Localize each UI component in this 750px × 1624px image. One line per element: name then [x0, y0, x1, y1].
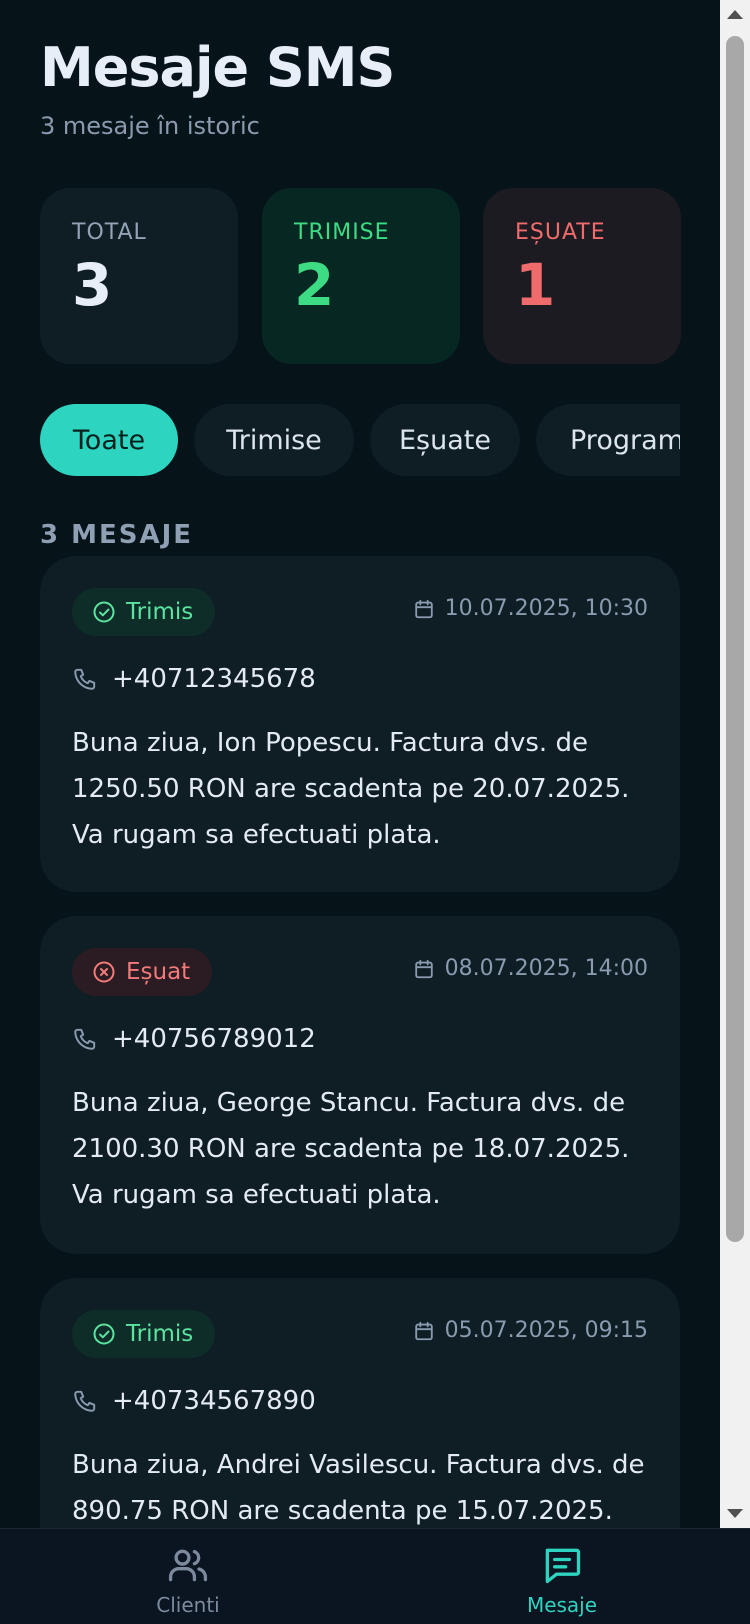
filter-sent-chip[interactable]: Trimise — [194, 404, 354, 476]
stat-card-total: TOTAL 3 — [40, 188, 238, 364]
phone-icon — [74, 668, 96, 690]
phone-icon — [74, 1390, 96, 1412]
filter-chips: Toate Trimise Eșuate Programate — [40, 404, 680, 476]
x-circle-icon — [93, 961, 115, 983]
bottom-navigation: Clienti Mesaje — [0, 1528, 750, 1624]
status-label: Trimis — [126, 599, 194, 625]
calendar-icon — [414, 1321, 433, 1340]
section-label: 3 MESAJE — [40, 520, 194, 550]
filter-failed-chip[interactable]: Eșuate — [370, 404, 520, 476]
app-screen: Mesaje SMS 3 mesaje în istoric TOTAL 3 T… — [0, 0, 720, 1624]
stat-card-sent: TRIMISE 2 — [262, 188, 460, 364]
date-text: 08.07.2025, 14:00 — [444, 956, 648, 981]
users-icon — [168, 1549, 208, 1582]
message-text: Buna ziua, George Stancu. Factura dvs. d… — [72, 1088, 630, 1210]
status-label: Trimis — [126, 1321, 194, 1347]
message-square-icon — [545, 1548, 581, 1584]
message-card[interactable]: Eșuat 08.07.2025, 14:00 +40756789012 Bun… — [40, 916, 680, 1254]
status-badge: Eșuat — [72, 948, 213, 996]
vertical-scrollbar[interactable] — [720, 0, 750, 1528]
page-title: Mesaje SMS — [40, 36, 395, 99]
check-circle-icon — [93, 1323, 115, 1345]
filter-all-chip[interactable]: Toate — [40, 404, 178, 476]
status-badge: Trimis — [72, 588, 216, 636]
status-label: Eșuat — [126, 959, 191, 985]
nav-clients-tab[interactable]: Clienti — [128, 1543, 248, 1617]
calendar-icon — [414, 959, 433, 978]
message-phone: +40734567890 — [72, 1386, 316, 1416]
message-date: 10.07.2025, 10:30 — [413, 596, 648, 621]
phone-number: +40734567890 — [112, 1386, 316, 1416]
nav-clients-label: Clienti — [156, 1593, 220, 1617]
stat-label: TRIMISE — [294, 220, 390, 245]
date-text: 10.07.2025, 10:30 — [444, 596, 648, 621]
phone-number: +40756789012 — [112, 1024, 316, 1054]
message-card[interactable]: Trimis 10.07.2025, 10:30 +40712345678 Bu… — [40, 556, 680, 892]
phone-number: +40712345678 — [112, 664, 316, 694]
stat-card-failed: EȘUATE 1 — [483, 188, 681, 364]
message-phone: +40712345678 — [72, 664, 316, 694]
phone-icon — [74, 1028, 96, 1050]
nav-messages-tab[interactable]: Mesaje — [502, 1543, 622, 1617]
stat-label: TOTAL — [72, 220, 147, 245]
stat-value: 1 — [515, 251, 556, 319]
message-phone: +40756789012 — [72, 1024, 316, 1054]
calendar-icon — [414, 599, 433, 618]
scrollbar-thumb[interactable] — [726, 36, 744, 1242]
page-subtitle: 3 mesaje în istoric — [40, 112, 260, 140]
scroll-up-arrow[interactable] — [727, 10, 743, 19]
status-badge: Trimis — [72, 1310, 216, 1358]
stats-row: TOTAL 3 TRIMISE 2 EȘUATE 1 — [40, 188, 681, 364]
check-circle-icon — [93, 601, 115, 623]
message-text: Buna ziua, Ion Popescu. Factura dvs. de … — [72, 728, 630, 850]
stat-label: EȘUATE — [515, 220, 606, 245]
scroll-down-arrow[interactable] — [727, 1509, 743, 1518]
stat-value: 3 — [72, 251, 113, 319]
nav-messages-label: Mesaje — [526, 1593, 598, 1617]
message-date: 05.07.2025, 09:15 — [413, 1318, 648, 1343]
filter-scheduled-chip[interactable]: Programate — [536, 404, 680, 476]
stat-value: 2 — [294, 251, 335, 319]
date-text: 05.07.2025, 09:15 — [444, 1318, 648, 1343]
message-date: 08.07.2025, 14:00 — [413, 956, 648, 981]
